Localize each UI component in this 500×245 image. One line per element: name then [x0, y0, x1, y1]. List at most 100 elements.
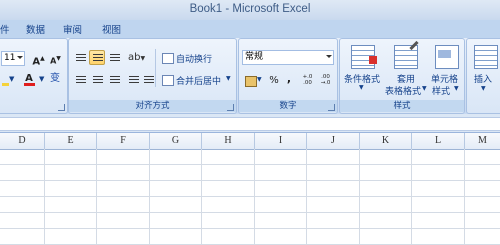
- grid-line: [149, 149, 150, 245]
- format-as-table-label-2: 表格格式: [385, 87, 422, 97]
- wrap-text-button[interactable]: 自动换行: [159, 50, 234, 65]
- column-header-m[interactable]: M: [465, 133, 500, 149]
- alignment-dialog-launcher-icon[interactable]: [227, 104, 234, 111]
- percent-button[interactable]: %: [267, 73, 281, 88]
- orientation-icon: ab: [128, 52, 141, 63]
- align-left-icon: [76, 76, 86, 84]
- column-header-l[interactable]: L: [412, 133, 465, 149]
- column-header-i[interactable]: I: [255, 133, 307, 149]
- increase-decimal-button[interactable]: +.0 .00: [299, 73, 316, 88]
- align-middle-button[interactable]: [89, 50, 105, 65]
- shrink-font-button[interactable]: A▼: [48, 51, 63, 66]
- grow-font-button[interactable]: A▲: [31, 51, 46, 68]
- increase-indent-icon: [144, 76, 154, 84]
- align-bottom-button[interactable]: [106, 50, 122, 65]
- grid-line: [359, 149, 360, 245]
- increase-indent-button[interactable]: [140, 72, 154, 87]
- comma-style-button[interactable]: ,: [283, 73, 295, 88]
- brush-icon: [409, 40, 419, 51]
- title-bar: Book1 - Microsoft Excel: [0, 0, 500, 20]
- ribbon-tabs: 件 数据 审阅 视图: [0, 20, 500, 38]
- conditional-format-badge-icon: [369, 56, 377, 64]
- cell-styles-swatch: [438, 50, 451, 58]
- align-bottom-icon: [110, 54, 120, 62]
- column-header-g[interactable]: G: [150, 133, 202, 149]
- number-dialog-launcher-icon[interactable]: [328, 104, 335, 111]
- cell-styles-button[interactable]: 单元格 样式 ▼: [427, 42, 463, 97]
- formula-bar: [0, 114, 500, 133]
- cell-grid[interactable]: [0, 149, 500, 245]
- column-header-h[interactable]: H: [202, 133, 255, 149]
- align-left-button[interactable]: [72, 72, 88, 87]
- tab-view[interactable]: 视图: [102, 22, 121, 36]
- format-as-table-icon: [394, 40, 419, 69]
- phonetic-guide-label: 变: [50, 73, 60, 84]
- grow-font-label: A: [32, 56, 41, 68]
- merge-center-button[interactable]: 合并后居中 ▼: [159, 72, 234, 87]
- fill-color-button[interactable]: [1, 73, 9, 88]
- align-center-button[interactable]: [89, 72, 105, 87]
- styles-group-label: 样式: [340, 100, 464, 112]
- column-header-d[interactable]: D: [0, 133, 45, 149]
- accounting-format-button[interactable]: ▼: [242, 73, 264, 88]
- grid-line: [96, 149, 97, 245]
- grid-line: [201, 149, 202, 245]
- percent-label: %: [269, 75, 279, 86]
- chevron-down-icon: [326, 55, 332, 58]
- wrap-text-label: 自动换行: [176, 55, 213, 65]
- font-dialog-launcher-icon[interactable]: [58, 104, 65, 111]
- alignment-group-label: 对齐方式: [69, 100, 236, 112]
- align-top-button[interactable]: [72, 50, 88, 65]
- merge-center-label: 合并后居中: [176, 77, 222, 87]
- font-size-value: 11: [4, 53, 16, 63]
- chevron-down-icon: ▼: [422, 85, 427, 92]
- column-headers: D E F G H I J K L M: [0, 133, 500, 150]
- column-header-f[interactable]: F: [97, 133, 150, 149]
- column-header-j[interactable]: J: [307, 133, 360, 149]
- chevron-down-icon: [17, 56, 23, 59]
- column-header-e[interactable]: E: [45, 133, 97, 149]
- align-middle-icon: [93, 54, 103, 62]
- tab-review[interactable]: 审阅: [63, 22, 82, 36]
- grid-line: [306, 149, 307, 245]
- cell-styles-icon: [435, 45, 459, 69]
- chevron-down-icon: ▼: [359, 84, 364, 91]
- orientation-button[interactable]: ab▼: [125, 50, 151, 65]
- decrease-indent-button[interactable]: [125, 72, 139, 87]
- align-right-icon: [110, 76, 120, 84]
- font-group: 11 A▲ A▼ ▼ A ▼ 变: [0, 38, 68, 114]
- group-separator: [155, 49, 156, 87]
- decrease-decimal-button[interactable]: .00 →.0: [317, 73, 334, 88]
- chevron-down-icon: ▼: [226, 75, 231, 82]
- conditional-format-button[interactable]: 条件格式 ▼: [342, 42, 380, 96]
- fill-color-swatch: [2, 83, 9, 86]
- font-color-button[interactable]: A: [21, 72, 37, 87]
- cell-styles-label-2: 样式: [432, 87, 451, 97]
- currency-icon: [245, 76, 257, 87]
- cells-group: 插入 ▼: [466, 38, 500, 114]
- tab-file-partial[interactable]: 件: [0, 22, 10, 36]
- chevron-down-icon: ▼: [39, 75, 45, 83]
- number-group-label: 数字: [239, 100, 337, 112]
- formula-input[interactable]: [0, 117, 500, 131]
- chevron-down-icon: ▼: [454, 85, 459, 92]
- font-size-combo[interactable]: 11: [1, 51, 25, 66]
- chevron-down-icon: ▼: [9, 75, 15, 83]
- number-group: 常规 ▼ % , +.0 .00 .00 →.0 数字: [238, 38, 338, 114]
- format-as-table-button[interactable]: 套用 表格格式 ▼: [384, 40, 427, 97]
- grid-line: [44, 149, 45, 245]
- phonetic-guide-button[interactable]: 变: [47, 72, 63, 87]
- column-header-k[interactable]: K: [360, 133, 412, 149]
- insert-button[interactable]: 插入 ▼: [469, 42, 499, 96]
- align-center-icon: [93, 76, 103, 84]
- number-format-combo[interactable]: 常规: [242, 50, 334, 65]
- insert-label: 插入: [474, 75, 493, 85]
- ribbon: 11 A▲ A▼ ▼ A ▼ 变 ab▼ 自动换行 合并后居中 ▼ 对齐方式 常…: [0, 38, 500, 115]
- align-right-button[interactable]: [106, 72, 122, 87]
- window-title: Book1 - Microsoft Excel: [189, 3, 311, 15]
- tab-data[interactable]: 数据: [26, 22, 45, 36]
- grid-line: [411, 149, 412, 245]
- grid-line: [254, 149, 255, 245]
- conditional-format-icon: [351, 45, 377, 69]
- number-format-value: 常规: [245, 52, 264, 62]
